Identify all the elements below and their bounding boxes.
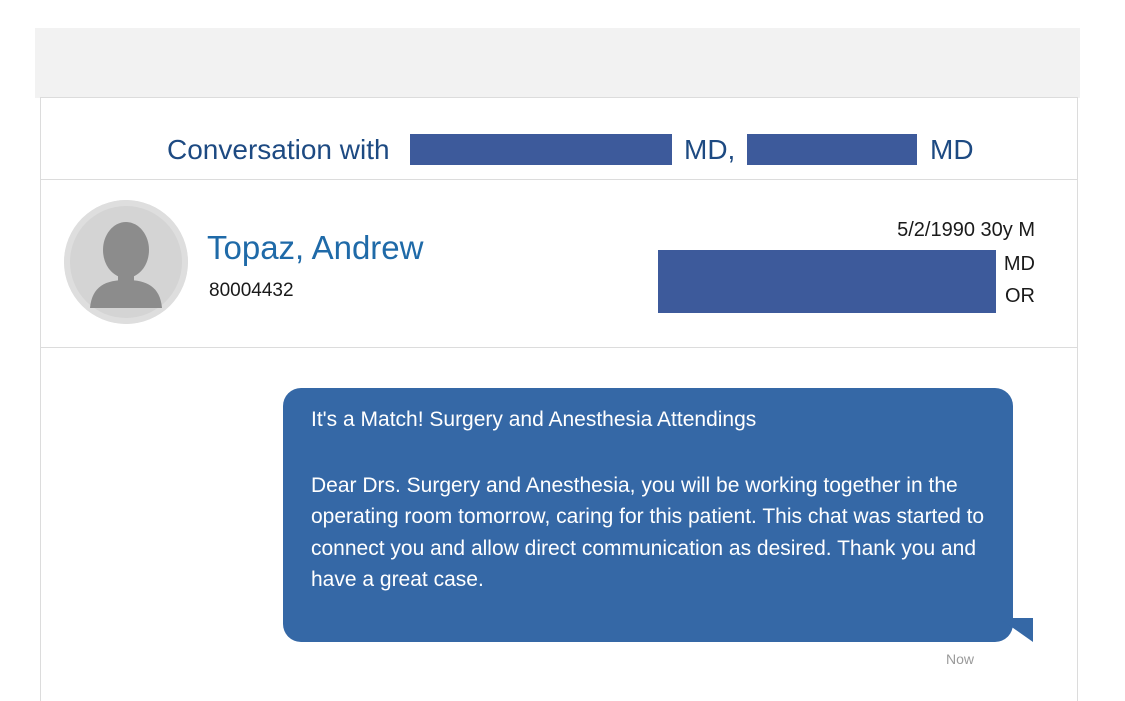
conversation-header: Conversation with MD, MD <box>41 98 1077 180</box>
conversation-title-prefix: Conversation with <box>167 134 390 165</box>
person-silhouette-icon <box>64 200 188 324</box>
avatar <box>64 200 188 324</box>
patient-header: Topaz, Andrew 80004432 5/2/1990 30y M MD… <box>41 180 1077 348</box>
message-bubble: It's a Match! Surgery and Anesthesia Att… <box>283 388 1013 642</box>
message-bubble-tail <box>999 618 1033 642</box>
message-body: Dear Drs. Surgery and Anesthesia, you wi… <box>311 473 985 592</box>
redacted-participant-1 <box>410 134 672 165</box>
patient-name[interactable]: Topaz, Andrew <box>207 228 423 268</box>
participant-1-suffix: MD, <box>684 134 736 165</box>
patient-location: OR <box>1005 285 1035 307</box>
conversation-panel: Conversation with MD, MD Topaz, Andrew 8… <box>40 97 1078 701</box>
redacted-provider <box>658 250 996 313</box>
conversation-title: Conversation with MD, MD <box>41 130 1077 170</box>
patient-dob-age-sex: 5/2/1990 30y M <box>897 219 1035 241</box>
participant-2-suffix: MD <box>930 134 974 165</box>
patient-mrn: 80004432 <box>209 280 294 301</box>
message-timestamp: Now <box>946 651 975 667</box>
top-bar <box>35 28 1080 98</box>
provider-suffix: MD <box>1003 253 1035 275</box>
redacted-participant-2 <box>747 134 917 165</box>
message-subject: It's a Match! Surgery and Anesthesia Att… <box>311 408 757 431</box>
chat-window: Conversation with MD, MD Topaz, Andrew 8… <box>0 0 1125 701</box>
message-list: It's a Match! Surgery and Anesthesia Att… <box>41 348 1077 701</box>
